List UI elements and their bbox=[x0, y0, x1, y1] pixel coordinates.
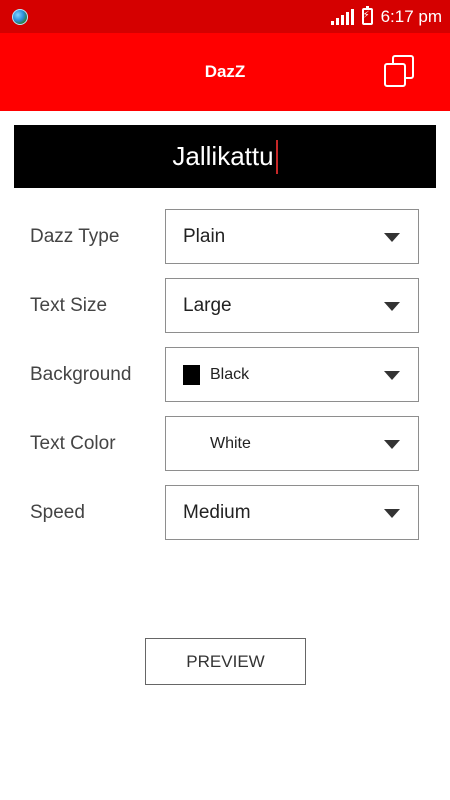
text-color-dropdown[interactable]: White bbox=[165, 416, 419, 471]
dropdown-arrow-icon bbox=[384, 509, 400, 518]
background-value: Black bbox=[210, 365, 250, 383]
dazz-type-label: Dazz Type bbox=[30, 226, 120, 247]
speed-dropdown[interactable]: Medium bbox=[165, 485, 419, 540]
speed-label: Speed bbox=[30, 502, 85, 523]
background-label: Background bbox=[30, 364, 132, 385]
app-bar: DazZ bbox=[0, 33, 450, 111]
text-size-label: Text Size bbox=[30, 295, 108, 316]
text-size-value: Large bbox=[183, 294, 232, 316]
dazz-type-dropdown[interactable]: Plain bbox=[165, 209, 419, 264]
status-left bbox=[12, 8, 28, 25]
dazz-text-value: Jallikattu bbox=[172, 141, 274, 171]
text-color-swatch bbox=[183, 434, 200, 454]
battery-charging-icon bbox=[361, 6, 373, 25]
dropdown-arrow-icon bbox=[384, 302, 400, 311]
copy-icon[interactable] bbox=[384, 55, 414, 87]
text-size-dropdown[interactable]: Large bbox=[165, 278, 419, 333]
background-color-swatch bbox=[183, 364, 200, 385]
preview-button[interactable]: PREVIEW bbox=[145, 638, 306, 685]
dropdown-arrow-icon bbox=[384, 233, 400, 242]
dropdown-arrow-icon bbox=[384, 371, 400, 380]
signal-icon bbox=[330, 8, 354, 25]
dazz-text-input[interactable]: Jallikattu bbox=[14, 125, 436, 188]
dazz-type-value: Plain bbox=[183, 225, 226, 247]
globe-icon bbox=[12, 8, 28, 25]
dropdown-arrow-icon bbox=[384, 440, 400, 449]
text-caret bbox=[275, 139, 278, 174]
status-right: 6:17 pm bbox=[330, 6, 442, 27]
speed-value: Medium bbox=[183, 501, 251, 523]
text-color-label: Text Color bbox=[30, 433, 116, 454]
background-dropdown[interactable]: Black bbox=[165, 347, 419, 402]
text-color-value: White bbox=[210, 434, 251, 452]
status-time: 6:17 pm bbox=[380, 6, 442, 26]
app-title: DazZ bbox=[204, 62, 246, 81]
status-bar: 6:17 pm bbox=[0, 0, 450, 33]
